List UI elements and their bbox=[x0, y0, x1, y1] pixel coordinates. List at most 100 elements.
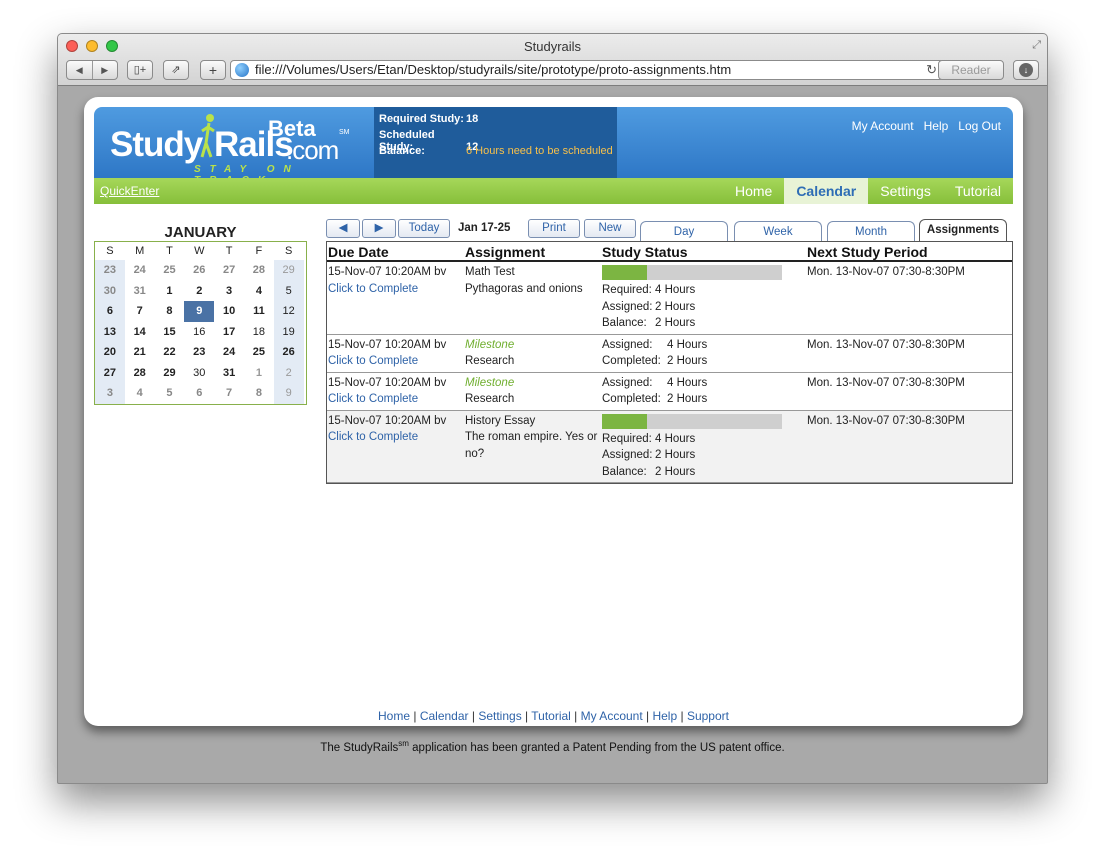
mini-calendar-day[interactable]: 13 bbox=[95, 321, 125, 342]
prev-button[interactable]: ◀ bbox=[326, 219, 360, 238]
mini-calendar-day[interactable]: 26 bbox=[184, 260, 214, 281]
mini-calendar-day[interactable]: 29 bbox=[155, 363, 185, 384]
click-to-complete-link[interactable]: Click to Complete bbox=[328, 353, 465, 370]
my-account-link[interactable]: My Account bbox=[852, 119, 914, 133]
mini-calendar-day[interactable]: 4 bbox=[244, 281, 274, 302]
back-arrow-icon[interactable]: ◀ bbox=[67, 61, 93, 79]
next-button[interactable]: ▶ bbox=[362, 219, 396, 238]
mini-calendar-day[interactable]: 16 bbox=[184, 322, 214, 343]
mini-calendar-day[interactable]: 27 bbox=[214, 260, 244, 281]
mini-calendar-day[interactable]: 5 bbox=[155, 383, 185, 404]
mini-calendar-day[interactable]: 6 bbox=[184, 383, 214, 404]
footer-link-my-account[interactable]: My Account bbox=[581, 709, 643, 723]
footer-link-tutorial[interactable]: Tutorial bbox=[531, 709, 571, 723]
forward-arrow-icon[interactable]: ▶ bbox=[93, 61, 118, 79]
mini-calendar-day[interactable]: 18 bbox=[244, 322, 274, 343]
click-to-complete-link[interactable]: Click to Complete bbox=[328, 281, 465, 298]
mini-calendar-day[interactable]: 27 bbox=[95, 362, 125, 383]
mini-calendar-day[interactable]: 10 bbox=[214, 301, 244, 322]
mini-calendar-day[interactable]: 25 bbox=[244, 342, 274, 363]
mini-calendar-day[interactable]: 1 bbox=[244, 363, 274, 384]
mini-calendar-day[interactable]: 12 bbox=[273, 301, 304, 322]
assignment-title[interactable]: Milestone bbox=[465, 337, 602, 354]
nav-calendar[interactable]: Calendar bbox=[784, 178, 869, 204]
footer-link-calendar[interactable]: Calendar bbox=[420, 709, 469, 723]
print-button[interactable]: Print bbox=[528, 219, 580, 238]
footer-link-home[interactable]: Home bbox=[378, 709, 410, 723]
mini-calendar-day[interactable]: 24 bbox=[214, 342, 244, 363]
mini-calendar-day[interactable]: 30 bbox=[95, 280, 125, 301]
footer-link-settings[interactable]: Settings bbox=[478, 709, 521, 723]
mini-calendar-day[interactable]: 14 bbox=[125, 322, 155, 343]
account-links: My Account Help Log Out bbox=[842, 119, 1001, 133]
click-to-complete-link[interactable]: Click to Complete bbox=[328, 391, 465, 408]
mini-calendar-day[interactable]: 17 bbox=[214, 322, 244, 343]
mini-calendar-day[interactable]: 7 bbox=[214, 383, 244, 404]
study-status-cell: Assigned: 4 Hours Completed: 2 Hours bbox=[602, 335, 807, 372]
address-bar[interactable]: file:///Volumes/Users/Etan/Desktop/study… bbox=[230, 60, 944, 80]
mini-calendar-day[interactable]: 11 bbox=[244, 301, 274, 322]
share-button[interactable]: ⇗ bbox=[163, 60, 189, 80]
status-label: Assigned: bbox=[602, 338, 653, 351]
mini-calendar-day[interactable]: 28 bbox=[244, 260, 274, 281]
nav-tutorial[interactable]: Tutorial bbox=[943, 178, 1013, 204]
mini-calendar-day[interactable]: 20 bbox=[95, 342, 125, 363]
mini-calendar-day[interactable]: 8 bbox=[155, 301, 185, 322]
fullscreen-icon[interactable]: ⤢ bbox=[1032, 39, 1041, 52]
tab-week[interactable]: Week bbox=[734, 221, 822, 241]
mini-calendar-day[interactable]: 15 bbox=[155, 322, 185, 343]
tab-assignments[interactable]: Assignments bbox=[919, 219, 1007, 241]
mini-calendar-day[interactable]: 8 bbox=[244, 383, 274, 404]
mini-calendar-day[interactable]: 6 bbox=[95, 301, 125, 322]
mini-calendar-day[interactable]: 29 bbox=[273, 260, 304, 281]
mini-calendar-day[interactable]: 22 bbox=[155, 342, 185, 363]
mini-calendar-day[interactable]: 24 bbox=[125, 260, 155, 281]
mini-calendar-day[interactable]: 19 bbox=[273, 321, 304, 342]
calendar-controls: ◀ ▶ Today Jan 17-25 Print New Day Week M… bbox=[326, 219, 1013, 241]
column-header-due-date: Due Date bbox=[328, 244, 389, 260]
help-link[interactable]: Help bbox=[924, 119, 949, 133]
log-out-link[interactable]: Log Out bbox=[958, 119, 1001, 133]
mini-calendar-day[interactable]: 31 bbox=[125, 281, 155, 302]
mini-calendar-day[interactable]: 23 bbox=[95, 260, 125, 281]
progress-fill bbox=[602, 265, 647, 280]
mini-calendar-day[interactable]: 31 bbox=[214, 363, 244, 384]
mini-calendar-day[interactable]: 3 bbox=[214, 281, 244, 302]
mini-calendar-day[interactable]: 5 bbox=[273, 280, 304, 301]
mini-calendar-day[interactable]: 2 bbox=[184, 281, 214, 302]
reader-button[interactable]: Reader bbox=[938, 60, 1004, 80]
footer-link-support[interactable]: Support bbox=[687, 709, 729, 723]
assignment-detail: The roman empire. Yes or no? bbox=[465, 431, 598, 460]
nav-settings[interactable]: Settings bbox=[868, 178, 943, 204]
mini-calendar-day[interactable]: 1 bbox=[155, 281, 185, 302]
mini-calendar-day[interactable]: 9 bbox=[184, 301, 215, 322]
studyrails-logo[interactable]: Study Rails Beta SM .com STAY ON TRACK bbox=[94, 107, 374, 178]
back-forward-buttons[interactable]: ◀ ▶ bbox=[66, 60, 118, 80]
mini-calendar-day[interactable]: 2 bbox=[273, 362, 304, 383]
mini-calendar-day[interactable]: 9 bbox=[273, 383, 304, 404]
mini-calendar: JANUARY S M T W T F S 23 24 25 26 27 28 29 30 31… bbox=[94, 225, 307, 405]
downloads-button[interactable]: ↓ bbox=[1013, 60, 1039, 80]
nav-home[interactable]: Home bbox=[723, 178, 784, 204]
mini-calendar-day[interactable]: 26 bbox=[273, 342, 304, 363]
mini-calendar-day[interactable]: 25 bbox=[155, 260, 185, 281]
mini-calendar-day[interactable]: 28 bbox=[125, 363, 155, 384]
mini-calendar-day[interactable]: 23 bbox=[184, 342, 214, 363]
assignment-title[interactable]: Milestone bbox=[465, 375, 602, 392]
mini-calendar-day[interactable]: 30 bbox=[184, 363, 214, 384]
tab-day[interactable]: Day bbox=[640, 221, 728, 241]
assignment-cell: History Essay The roman empire. Yes or no… bbox=[465, 411, 602, 483]
mini-calendar-day[interactable]: 21 bbox=[125, 342, 155, 363]
reload-icon[interactable]: ↻ bbox=[926, 61, 937, 79]
click-to-complete-link[interactable]: Click to Complete bbox=[328, 429, 465, 446]
footer-link-help[interactable]: Help bbox=[652, 709, 677, 723]
tab-month[interactable]: Month bbox=[827, 221, 915, 241]
today-button[interactable]: Today bbox=[398, 219, 450, 238]
quickenter-link[interactable]: QuickEnter bbox=[100, 184, 159, 198]
add-bookmark-button[interactable]: + bbox=[200, 60, 226, 80]
mini-calendar-day[interactable]: 3 bbox=[95, 383, 125, 404]
mini-calendar-day[interactable]: 4 bbox=[125, 383, 155, 404]
bookmarks-button[interactable]: ▯+ bbox=[127, 60, 153, 80]
new-button[interactable]: New bbox=[584, 219, 636, 238]
mini-calendar-day[interactable]: 7 bbox=[125, 301, 155, 322]
